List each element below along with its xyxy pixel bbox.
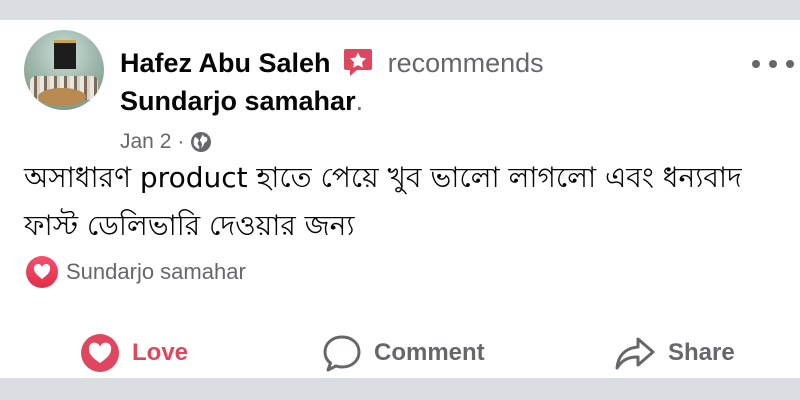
date-separator: · (177, 130, 185, 153)
more-options-button[interactable] (752, 54, 794, 74)
author-name[interactable]: Hafez Abu Saleh (120, 48, 331, 78)
love-icon (81, 334, 119, 372)
recommendation-badge-icon (344, 49, 373, 76)
comment-icon (323, 335, 361, 372)
love-button[interactable]: Love (80, 330, 188, 376)
heart-icon (26, 256, 58, 288)
more-dot-icon (769, 60, 777, 68)
post-body-text: অসাধারণ product হাতে পেয়ে খুব ভালো লাগল… (24, 161, 742, 242)
reaction-label: Sundarjo samahar (66, 259, 246, 284)
more-dot-icon (786, 60, 794, 68)
recommended-page-link[interactable]: Sundarjo samahar (120, 86, 356, 116)
reaction-summary[interactable]: Sundarjo samahar (26, 256, 246, 288)
action-bar: Love Comment Share (0, 330, 800, 376)
post-date[interactable]: Jan 2 (120, 128, 171, 156)
more-dot-icon (752, 60, 760, 68)
avatar-ring (38, 88, 86, 106)
avatar[interactable] (24, 30, 104, 110)
comment-button[interactable]: Comment (322, 330, 485, 376)
love-label: Love (132, 339, 189, 366)
avatar-kaaba (54, 40, 76, 69)
recommends-text: recommends (387, 48, 544, 78)
comment-label: Comment (374, 339, 485, 366)
share-label: Share (668, 339, 735, 366)
post-meta: Jan 2 · (120, 128, 212, 156)
share-button[interactable]: Share (614, 330, 735, 376)
page-line-period: . (355, 86, 364, 116)
heart-glyph-icon (33, 264, 51, 279)
post-header: Hafez Abu Saleh recommends (120, 46, 544, 80)
share-icon (615, 337, 655, 370)
post-card: Hafez Abu Saleh recommends Sundarjo sama… (0, 20, 800, 378)
recommended-page-line: Sundarjo samahar. (120, 84, 363, 118)
globe-icon (191, 132, 212, 152)
